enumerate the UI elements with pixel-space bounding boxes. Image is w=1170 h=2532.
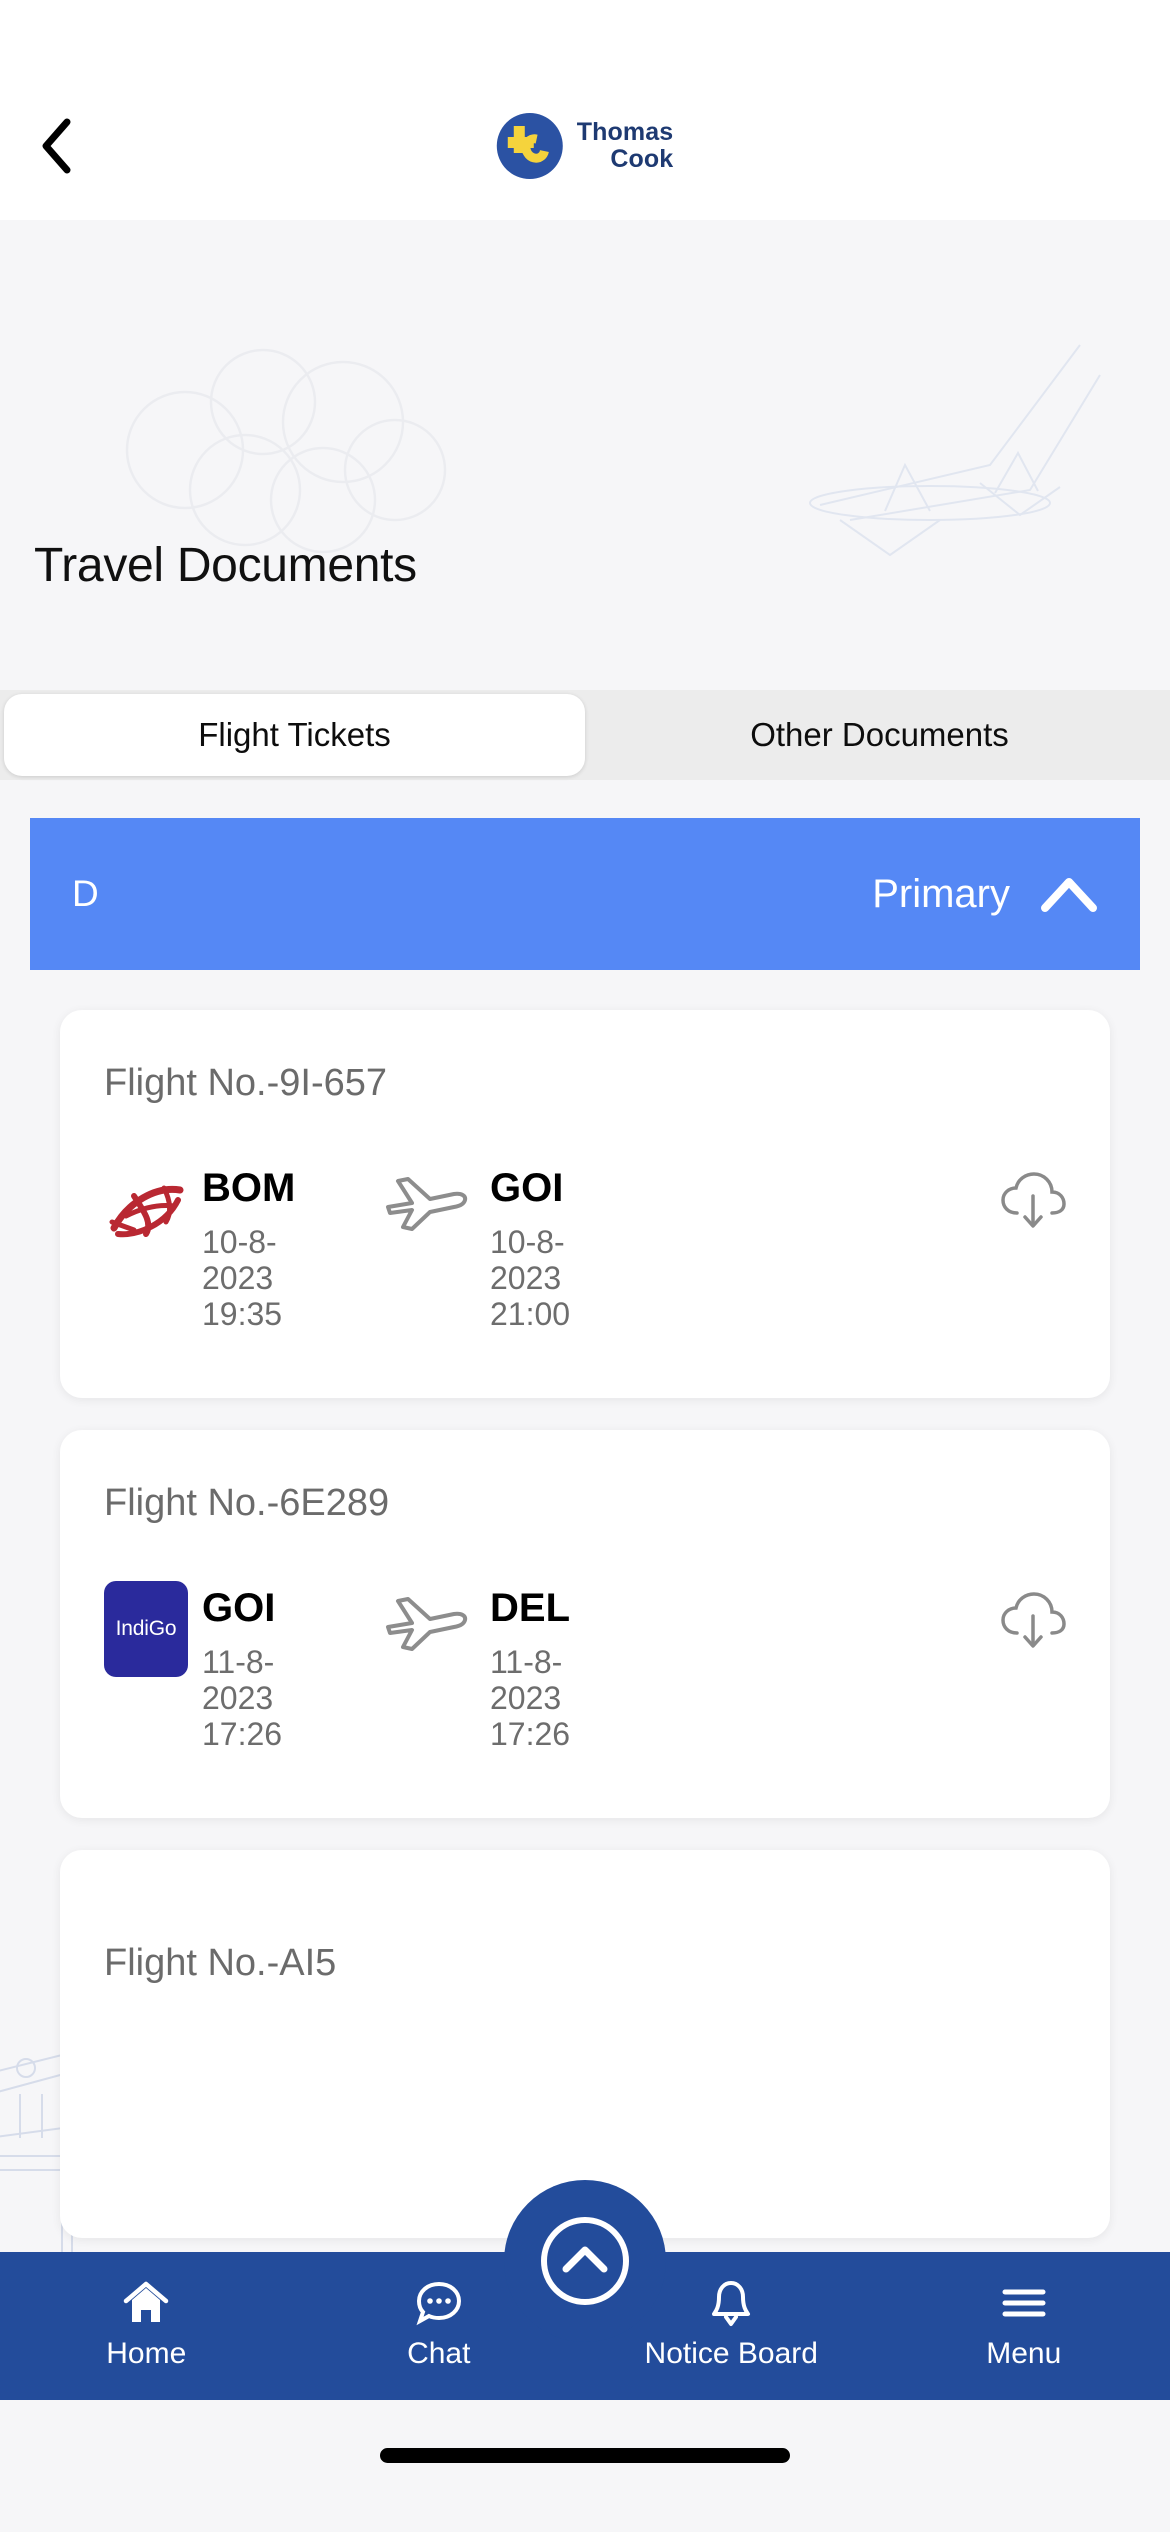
flight-number: Flight No.-AI5 — [104, 1942, 337, 1984]
cloud-watermark-icon — [95, 330, 495, 565]
page-body: Travel Documents Flight Tickets Other Do… — [0, 220, 1170, 2532]
origin-date-line-2: 2023 — [202, 1259, 274, 1296]
back-button[interactable] — [18, 108, 94, 184]
origin-time: 19:35 — [202, 1295, 283, 1332]
tab-flight-tickets-label: Flight Tickets — [198, 716, 391, 753]
cloud-download-icon — [1000, 1171, 1066, 1231]
origin-date-line-1: 11-8- — [202, 1644, 275, 1680]
tab-other-documents-label: Other Documents — [750, 716, 1009, 753]
brand-logo: Thomas Cook — [496, 113, 673, 179]
brand-line-1: Thomas — [576, 118, 674, 146]
nav-item-menu-label: Menu — [986, 2337, 1062, 2370]
brand-name: Thomas Cook — [577, 119, 673, 173]
destination-code: GOI — [490, 1166, 564, 1210]
nav-item-notice-board-label: Notice Board — [644, 2337, 818, 2370]
page-title: Travel Documents — [34, 539, 417, 592]
segmented-tabs: Flight Tickets Other Documents — [0, 690, 1170, 780]
home-indicator-area — [0, 2400, 1170, 2532]
traveller-group-bar[interactable]: D Primary — [30, 818, 1140, 970]
tab-flight-tickets[interactable]: Flight Tickets — [4, 694, 585, 776]
indigo-logo-label: IndiGo — [104, 1581, 188, 1677]
nav-item-home-label: Home — [106, 2337, 187, 2370]
flight-card[interactable]: Flight No.-9I-657 BOM 10-8- 2023 19:35 G… — [60, 1010, 1110, 1398]
scroll-to-top-button[interactable] — [504, 2180, 666, 2342]
status-bar — [0, 0, 1170, 72]
origin-code: BOM — [202, 1166, 296, 1210]
tab-other-documents[interactable]: Other Documents — [589, 690, 1170, 780]
bell-icon — [709, 2281, 753, 2326]
nav-item-chat-label: Chat — [407, 2337, 471, 2370]
flight-number: Flight No.-6E289 — [104, 1482, 390, 1524]
home-indicator[interactable] — [380, 2447, 790, 2463]
app-header: Thomas Cook — [0, 72, 1170, 220]
chevron-up-icon[interactable] — [1040, 875, 1098, 913]
nav-item-home[interactable]: Home — [0, 2281, 293, 2371]
traveller-initial: D — [72, 873, 99, 914]
origin-date-line-1: 10-8- — [202, 1224, 277, 1260]
chevron-up-circle-icon — [535, 2211, 635, 2311]
origin-date-line-2: 2023 — [202, 1679, 274, 1716]
flight-number: Flight No.-9I-657 — [104, 1062, 388, 1104]
airplane-watermark-icon — [780, 315, 1110, 590]
indigo-logo-icon: IndiGo — [104, 1581, 188, 1677]
airplane-icon — [362, 1167, 490, 1231]
origin-meta: 11-8- 2023 17:26 — [202, 1644, 362, 1752]
chat-bubble-icon — [415, 2281, 463, 2326]
destination-code: DEL — [490, 1586, 570, 1630]
destination-meta: 11-8- 2023 17:26 — [490, 1644, 650, 1752]
app-screen: Thomas Cook Travel Documents Flight Tick… — [0, 0, 1170, 2532]
destination-time: 17:26 — [490, 1715, 571, 1752]
destination-meta: 10-8- 2023 21:00 — [490, 1224, 650, 1332]
nav-item-menu[interactable]: Menu — [878, 2281, 1170, 2371]
air-india-express-logo-icon — [104, 1167, 188, 1251]
chevron-left-icon — [39, 117, 73, 175]
cloud-download-icon — [1000, 1591, 1066, 1651]
destination-leg: GOI 10-8- 2023 21:00 — [490, 1167, 650, 1332]
hamburger-menu-icon — [1000, 2281, 1048, 2325]
destination-date-line-2: 2023 — [490, 1259, 562, 1296]
home-icon — [122, 2281, 170, 2325]
flight-card[interactable]: Flight No.-6E289 IndiGo GOI 11-8- 2023 1… — [60, 1430, 1110, 1818]
traveller-type-label: Primary — [872, 871, 1010, 916]
destination-leg: DEL 11-8- 2023 17:26 — [490, 1587, 650, 1752]
origin-time: 17:26 — [202, 1715, 283, 1752]
group-bar-right: Primary — [872, 872, 1098, 917]
airplane-icon — [362, 1587, 490, 1651]
download-ticket-button[interactable] — [1000, 1167, 1066, 1231]
destination-date-line-1: 11-8- — [490, 1644, 563, 1680]
thomas-cook-logo-icon — [496, 113, 563, 179]
origin-leg: GOI 11-8- 2023 17:26 — [202, 1587, 362, 1752]
download-ticket-button[interactable] — [1000, 1587, 1066, 1651]
destination-time: 21:00 — [490, 1295, 571, 1332]
origin-meta: 10-8- 2023 19:35 — [202, 1224, 362, 1332]
flight-route: BOM 10-8- 2023 19:35 GOI 10-8- 2023 21:0… — [104, 1167, 1066, 1332]
destination-date-line-1: 10-8- — [490, 1224, 565, 1260]
flight-route: IndiGo GOI 11-8- 2023 17:26 DEL 11-8- 20… — [104, 1581, 1066, 1752]
origin-code: GOI — [202, 1586, 276, 1630]
origin-leg: BOM 10-8- 2023 19:35 — [202, 1167, 362, 1332]
brand-line-2: Cook — [610, 145, 674, 173]
destination-date-line-2: 2023 — [490, 1679, 562, 1716]
